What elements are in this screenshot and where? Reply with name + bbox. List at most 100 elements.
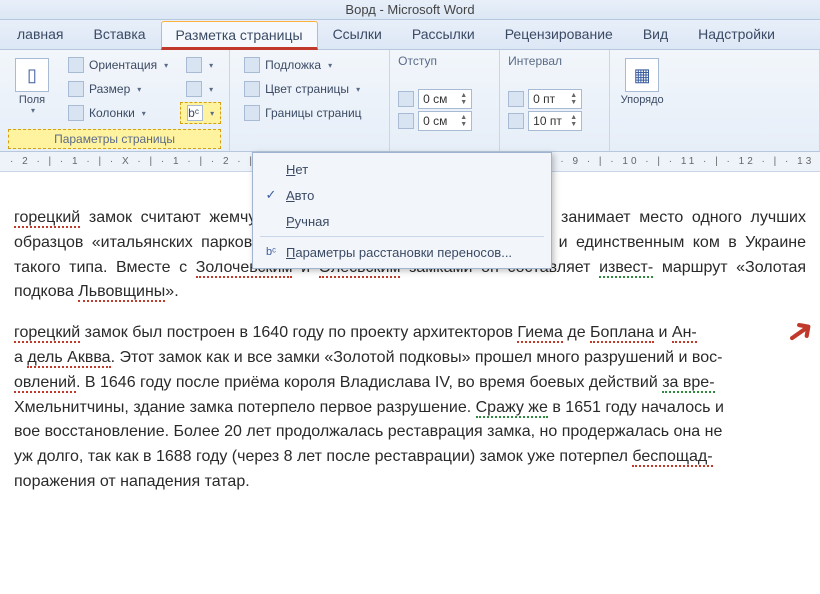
text: за вре-: [662, 374, 714, 393]
indent-left-value: 0 см: [423, 92, 447, 106]
tab-page-layout[interactable]: Разметка страницы: [161, 21, 318, 50]
text: и: [654, 324, 672, 341]
chevron-down-icon: ▾: [209, 61, 213, 70]
ribbon-tabs: лавная Вставка Разметка страницы Ссылки …: [0, 20, 820, 50]
arrange-icon: ▦: [625, 58, 659, 92]
menu-separator: [260, 236, 544, 237]
page-color-label: Цвет страницы: [265, 82, 349, 96]
checkmark-icon: ✓: [262, 187, 280, 203]
watermark-icon: [244, 57, 260, 73]
text: ».: [165, 283, 178, 300]
watermark-button[interactable]: Подложка▾: [238, 54, 367, 76]
group-arrange: ▦ Упорядо: [610, 50, 820, 151]
spacing-after-value: 10 пт: [533, 114, 562, 128]
margins-icon: ▯: [15, 58, 49, 92]
page-color-icon: [244, 81, 260, 97]
spacing-title: Интервал: [508, 54, 601, 68]
spacing-group-label: [508, 145, 601, 149]
text: . В 1646 году после приёма короля Владис…: [76, 374, 662, 391]
columns-label: Колонки: [89, 106, 135, 120]
indent-right-value: 0 см: [423, 114, 447, 128]
menu-label: Ручная: [286, 214, 329, 229]
hyphenation-dropdown: Нет ✓ Авто Ручная bᶜПараметры расстановки…: [252, 152, 552, 269]
page-borders-button[interactable]: Границы страниц: [238, 102, 367, 124]
text: дель Аквва: [27, 349, 110, 368]
size-label: Размер: [89, 82, 130, 96]
tab-insert[interactable]: Вставка: [79, 20, 161, 49]
tab-references[interactable]: Ссылки: [318, 20, 397, 49]
group-indent: Отступ 0 см▲▼ 0 см▲▼: [390, 50, 500, 151]
spacing-after-row[interactable]: 10 пт ▲▼: [508, 111, 601, 131]
spinner-arrows-icon[interactable]: ▲▼: [570, 92, 577, 106]
group-spacing: Интервал 0 пт ▲▼ 10 пт ▲▼: [500, 50, 610, 151]
text: в 1651 году началось и: [548, 399, 724, 416]
text: Ан-: [672, 324, 697, 343]
paragraph-2[interactable]: горецкий замок был построен в 1640 году …: [14, 321, 806, 495]
text: Гиема: [517, 324, 563, 343]
background-group-label: [238, 145, 381, 149]
spacing-before-icon: [508, 91, 524, 107]
spacing-before-input[interactable]: 0 пт ▲▼: [528, 89, 582, 109]
indent-right-row[interactable]: 0 см ▲▼: [398, 111, 491, 131]
watermark-label: Подложка: [265, 58, 321, 72]
line-numbers-button[interactable]: ▾: [180, 78, 221, 100]
spinner-arrows-icon[interactable]: ▲▼: [570, 114, 577, 128]
title-bar: Ворд - Microsoft Word: [0, 0, 820, 20]
indent-right-input[interactable]: 0 см ▲▼: [418, 111, 472, 131]
chevron-down-icon: ▾: [356, 85, 360, 94]
size-icon: [68, 81, 84, 97]
text: замок был построен в 1640 году по проект…: [80, 324, 517, 341]
arrange-button[interactable]: ▦ Упорядо: [618, 54, 666, 106]
arrange-label: Упорядо: [621, 94, 664, 106]
indent-left-input[interactable]: 0 см ▲▼: [418, 89, 472, 109]
tab-review[interactable]: Рецензирование: [490, 20, 628, 49]
text: . Этот замок как и все замки «Золотой по…: [111, 349, 723, 366]
indent-left-row[interactable]: 0 см ▲▼: [398, 89, 491, 109]
chevron-down-icon: ▾: [31, 106, 35, 115]
spinner-arrows-icon[interactable]: ▲▼: [460, 114, 467, 128]
hyph-manual[interactable]: Ручная: [256, 208, 548, 234]
chevron-down-icon: ▾: [209, 85, 213, 94]
orientation-icon: [68, 57, 84, 73]
chevron-down-icon: ▾: [142, 109, 146, 118]
spacing-before-row[interactable]: 0 пт ▲▼: [508, 89, 601, 109]
orientation-label: Ориентация: [89, 58, 157, 72]
hyph-auto[interactable]: ✓ Авто: [256, 182, 548, 208]
spacing-after-input[interactable]: 10 пт ▲▼: [528, 111, 582, 131]
tab-home[interactable]: лавная: [2, 20, 79, 49]
tab-view[interactable]: Вид: [628, 20, 683, 49]
page-color-button[interactable]: Цвет страницы ▾: [238, 78, 367, 100]
spacing-after-icon: [508, 113, 524, 129]
breaks-button[interactable]: ▾: [180, 54, 221, 76]
indent-right-icon: [398, 113, 414, 129]
text: Сражу же: [476, 399, 548, 418]
hyph-options[interactable]: bᶜПараметры расстановки переносов...: [256, 239, 548, 265]
hyph-options-icon: bᶜ: [262, 246, 280, 258]
chevron-down-icon: ▾: [164, 61, 168, 70]
text: горецкий: [14, 209, 80, 228]
margins-button[interactable]: ▯ Поля ▾: [8, 54, 56, 115]
chevron-down-icon: ▾: [137, 85, 141, 94]
hyph-none[interactable]: Нет: [256, 156, 548, 182]
page-borders-label: Границы страниц: [265, 106, 361, 120]
columns-button[interactable]: Колонки ▾: [62, 102, 174, 124]
hyphenation-icon: bᶜ: [187, 105, 203, 121]
tab-addins[interactable]: Надстройки: [683, 20, 790, 49]
spacing-before-value: 0 пт: [533, 92, 555, 106]
text: беспощад-: [632, 448, 712, 467]
text: а: [14, 349, 27, 366]
orientation-button[interactable]: Ориентация ▾: [62, 54, 174, 76]
menu-label: Авто: [286, 188, 314, 203]
text: вое восстановление. Более 20 лет продолж…: [14, 423, 722, 440]
tab-mailings[interactable]: Рассылки: [397, 20, 490, 49]
size-button[interactable]: Размер ▾: [62, 78, 174, 100]
line-numbers-icon: [186, 81, 202, 97]
text: Боплана: [590, 324, 654, 343]
text: Львовщины: [78, 283, 165, 302]
spinner-arrows-icon[interactable]: ▲▼: [460, 92, 467, 106]
breaks-icon: [186, 57, 202, 73]
indent-left-icon: [398, 91, 414, 107]
hyphenation-button[interactable]: bᶜ▾: [180, 102, 221, 124]
page-borders-icon: [244, 105, 260, 121]
group-page-setup: ▯ Поля ▾ Ориентация▾ Размер▾ Колонки▾ ▾ …: [0, 50, 230, 151]
